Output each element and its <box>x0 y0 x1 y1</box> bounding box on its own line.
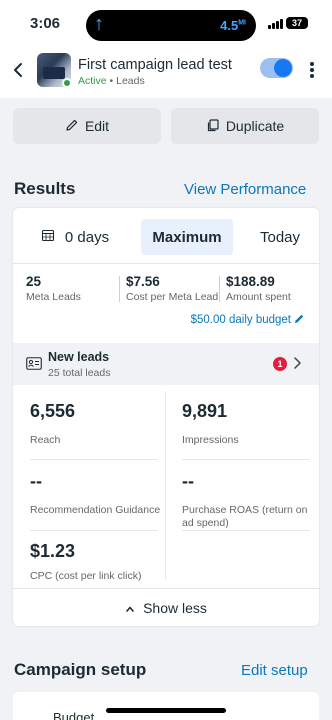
duplicate-label: Duplicate <box>225 118 285 134</box>
range-option-today[interactable]: Today <box>245 219 315 255</box>
active-status-dot-icon <box>62 78 72 88</box>
metric-impressions: 9,891 Impressions <box>182 401 239 446</box>
results-card: 0 days Maximum Today 25 Meta Leads $7.56… <box>13 208 319 626</box>
divider <box>182 459 310 460</box>
range-days-label: 0 days <box>64 228 110 246</box>
speed-readout: 4.5MI <box>220 18 246 33</box>
status-bar: 3:06 ↑ 4.5MI 37 <box>0 0 332 50</box>
date-range-selector: 0 days Maximum Today <box>13 208 319 264</box>
new-leads-subtitle: 25 total leads <box>48 367 111 379</box>
cellular-signal-icon <box>268 19 283 29</box>
edit-setup-link[interactable]: Edit setup <box>241 662 308 679</box>
campaign-setup-card: Budget <box>13 692 319 720</box>
dynamic-island: ↑ 4.5MI <box>86 10 256 41</box>
home-indicator[interactable] <box>106 708 226 713</box>
view-performance-link[interactable]: View Performance <box>184 181 306 198</box>
chevron-right-icon <box>293 353 303 378</box>
duplicate-icon <box>206 118 220 135</box>
metrics-grid: 6,556 Reach 9,891 Impressions -- Recomme… <box>13 385 319 585</box>
campaign-objective: Leads <box>116 75 145 87</box>
duplicate-button[interactable]: Duplicate <box>171 108 319 144</box>
metric-recommendation-guidance: -- Recommendation Guidance <box>30 471 161 516</box>
campaign-status: Active <box>78 75 107 87</box>
summary-metric-amount-spent: $188.89 Amount spent <box>226 274 291 303</box>
show-less-button[interactable]: Show less <box>13 588 319 626</box>
divider <box>30 530 158 531</box>
divider <box>182 530 310 531</box>
campaign-title: First campaign lead test <box>78 57 232 73</box>
contact-card-icon <box>26 357 42 370</box>
results-title: Results <box>14 179 76 198</box>
divider <box>119 276 120 302</box>
battery-icon: 37 <box>286 17 308 29</box>
pencil-icon <box>65 118 79 135</box>
campaign-subtitle: Active • Leads <box>78 75 145 87</box>
divider <box>30 459 158 460</box>
metric-cpc: $1.23 CPC (cost per link click) <box>30 541 142 582</box>
notification-badge: 1 <box>273 357 287 371</box>
back-chevron-icon[interactable] <box>10 58 28 82</box>
navigation-arrow-icon: ↑ <box>94 13 104 35</box>
status-time: 3:06 <box>30 15 61 32</box>
toggle-knob <box>274 59 292 77</box>
chevron-up-icon <box>125 600 135 616</box>
range-option-days[interactable]: 0 days <box>21 219 129 255</box>
campaign-header: First campaign lead test Active • Leads <box>0 50 332 98</box>
divider <box>219 276 220 302</box>
new-leads-row[interactable]: New leads 25 total leads 1 <box>13 343 319 385</box>
budget-label: Budget <box>53 710 95 720</box>
summary-metric-cost-per-lead: $7.56 Cost per Meta Lead <box>126 274 219 303</box>
summary-metrics: 25 Meta Leads $7.56 Cost per Meta Lead $… <box>13 264 319 340</box>
new-leads-title: New leads <box>48 350 110 364</box>
edit-button[interactable]: Edit <box>13 108 161 144</box>
metric-reach: 6,556 Reach <box>30 401 76 446</box>
more-options-icon[interactable] <box>305 58 319 82</box>
pencil-icon <box>294 313 305 327</box>
calendar-icon <box>41 228 55 246</box>
metric-purchase-roas: -- Purchase ROAS (return on ad spend) <box>182 471 308 529</box>
divider <box>165 391 166 579</box>
summary-metric-leads: 25 Meta Leads <box>26 274 81 303</box>
show-less-label: Show less <box>143 599 207 616</box>
campaign-setup-title: Campaign setup <box>14 660 147 679</box>
range-option-maximum[interactable]: Maximum <box>141 219 233 255</box>
daily-budget-link[interactable]: $50.00 daily budget <box>191 313 305 327</box>
edit-label: Edit <box>84 118 110 134</box>
campaign-toggle[interactable] <box>260 58 293 78</box>
